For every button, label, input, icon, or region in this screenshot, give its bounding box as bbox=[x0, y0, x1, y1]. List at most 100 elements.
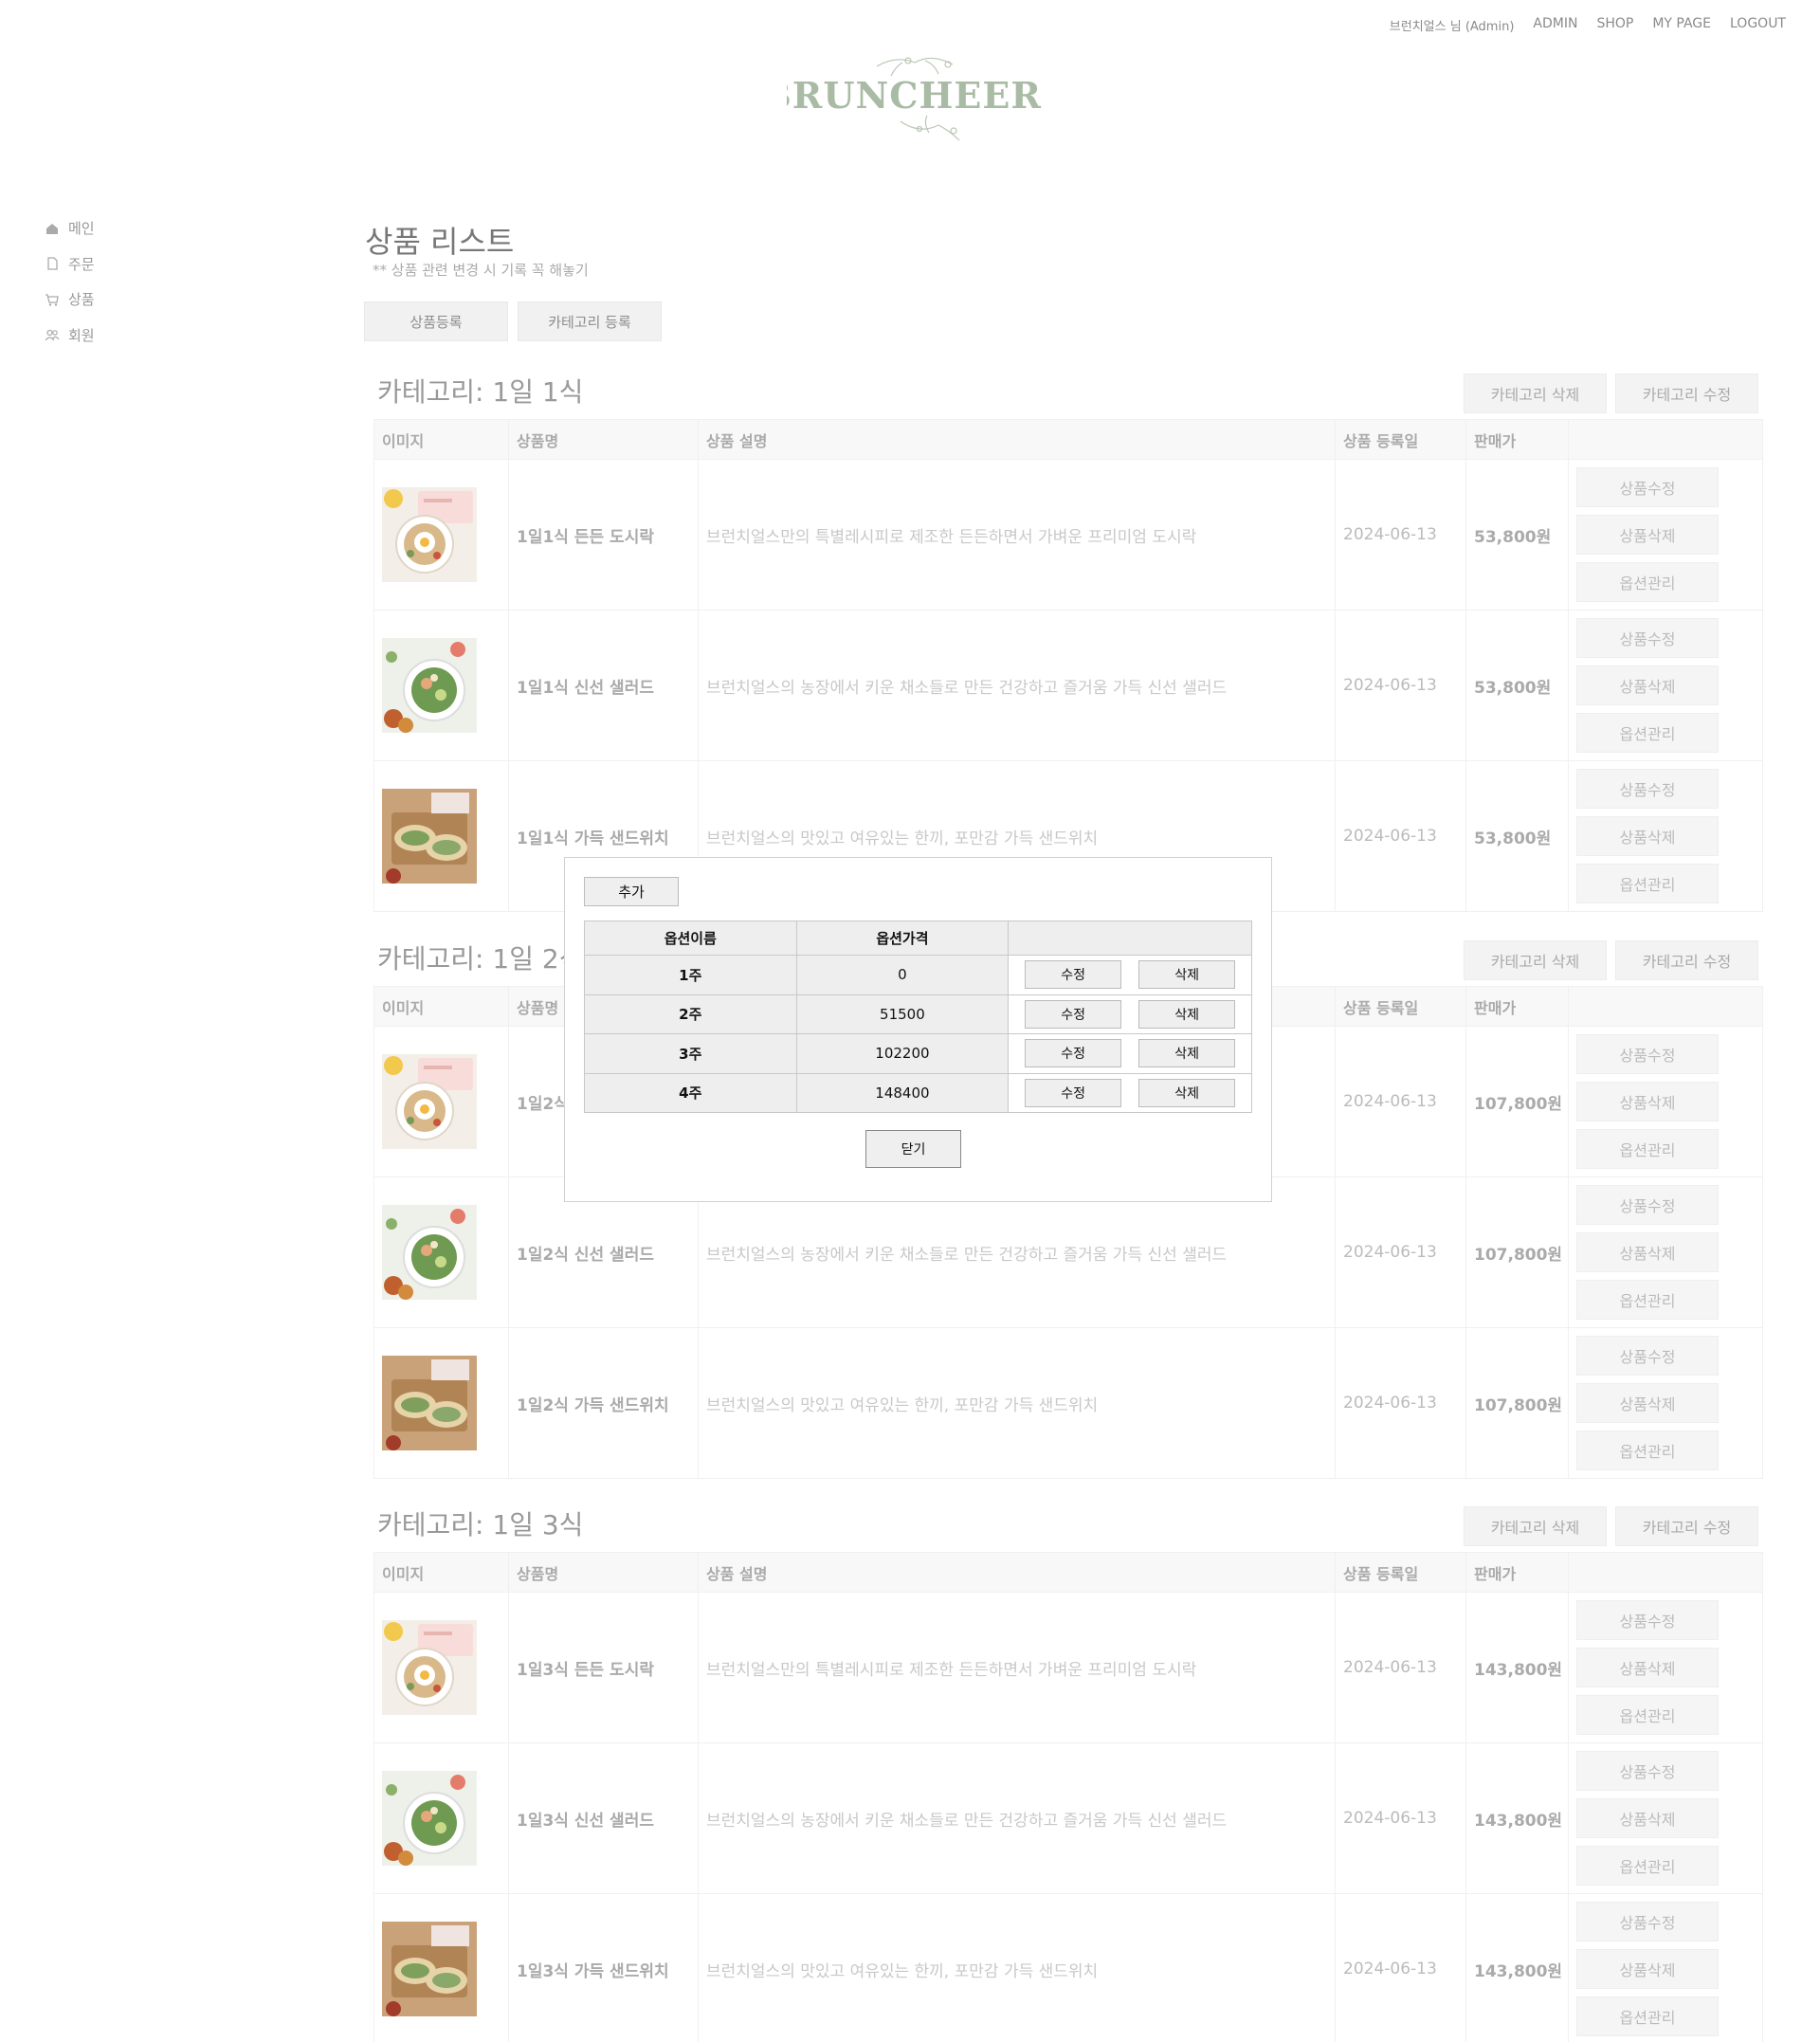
category-delete-button[interactable]: 카테고리 삭제 bbox=[1464, 940, 1607, 980]
product-name: 1일1식 신선 샐러드 bbox=[508, 610, 699, 761]
option-manage-button[interactable]: 옵션관리 bbox=[1576, 864, 1719, 903]
product-delete-button[interactable]: 상품삭제 bbox=[1576, 816, 1719, 856]
option-name: 3주 bbox=[584, 1033, 797, 1074]
product-delete-button[interactable]: 상품삭제 bbox=[1576, 665, 1719, 705]
product-image bbox=[382, 1771, 477, 1866]
category-section: 카테고리: 1일 1식 카테고리 삭제 카테고리 수정 이미지 상품명 상품 설명 상품 등… bbox=[373, 362, 1763, 912]
product-delete-button[interactable]: 상품삭제 bbox=[1576, 1383, 1719, 1423]
product-description: 브런치얼스만의 특별레시피로 제조한 든든하면서 가벼운 프리미엄 도시락 bbox=[698, 459, 1336, 611]
product-delete-button[interactable]: 상품삭제 bbox=[1576, 1798, 1719, 1838]
option-manage-button[interactable]: 옵션관리 bbox=[1576, 562, 1719, 602]
product-price: 143,800원 bbox=[1465, 1893, 1569, 2042]
image-cell bbox=[373, 760, 509, 912]
nav-admin-link[interactable]: ADMIN bbox=[1533, 16, 1577, 34]
product-edit-button[interactable]: 상품수정 bbox=[1576, 1034, 1719, 1074]
product-delete-button[interactable]: 상품삭제 bbox=[1576, 1949, 1719, 1989]
product-delete-button[interactable]: 상품삭제 bbox=[1576, 1648, 1719, 1687]
option-manage-button[interactable]: 옵션관리 bbox=[1576, 1129, 1719, 1169]
option-delete-button[interactable]: 삭제 bbox=[1138, 960, 1236, 990]
product-row: 1일1식 든든 도시락 브런치얼스만의 특별레시피로 제조한 든든하면서 가벼운 … bbox=[373, 459, 1763, 611]
option-manage-button[interactable]: 옵션관리 bbox=[1576, 1431, 1719, 1470]
product-price: 143,800원 bbox=[1465, 1592, 1569, 1743]
top-nav: 브런치얼스 님 (Admin) ADMIN SHOP MY PAGE LOGOU… bbox=[1390, 16, 1786, 34]
product-description: 브런치얼스의 맛있고 여유있는 한끼, 포만감 가득 샌드위치 bbox=[698, 1327, 1336, 1479]
document-icon bbox=[47, 257, 58, 270]
column-header bbox=[1568, 419, 1763, 460]
product-date: 2024-06-13 bbox=[1335, 1742, 1466, 1894]
close-modal-button[interactable]: 닫기 bbox=[865, 1130, 961, 1168]
product-image bbox=[382, 1054, 477, 1149]
category-section: 카테고리: 1일 3식 카테고리 삭제 카테고리 수정 이미지 상품명 상품 설명 상품 등… bbox=[373, 1495, 1763, 2042]
product-image bbox=[382, 789, 477, 884]
category-edit-button[interactable]: 카테고리 수정 bbox=[1615, 374, 1758, 413]
option-manage-button[interactable]: 옵션관리 bbox=[1576, 1846, 1719, 1886]
page-note: ** 상품 관련 변경 시 기록 꼭 해놓기 bbox=[373, 262, 589, 279]
sidebar-item-label: 회원 bbox=[68, 326, 95, 344]
option-manage-button[interactable]: 옵션관리 bbox=[1576, 1695, 1719, 1735]
category-edit-button[interactable]: 카테고리 수정 bbox=[1615, 940, 1758, 980]
product-date: 2024-06-13 bbox=[1335, 1026, 1466, 1177]
product-edit-button[interactable]: 상품수정 bbox=[1576, 769, 1719, 809]
image-cell bbox=[373, 459, 509, 611]
product-date: 2024-06-13 bbox=[1335, 1592, 1466, 1743]
product-table: 이미지 상품명 상품 설명 상품 등록일 판매가 1일1식 든든 도시락 브런치얼스만의 특… bbox=[373, 419, 1763, 912]
option-delete-button[interactable]: 삭제 bbox=[1138, 999, 1236, 1029]
option-manage-button[interactable]: 옵션관리 bbox=[1576, 1996, 1719, 2036]
sidebar-item-products[interactable]: 상품 bbox=[45, 282, 95, 318]
option-manage-button[interactable]: 옵션관리 bbox=[1576, 713, 1719, 753]
product-delete-button[interactable]: 상품삭제 bbox=[1576, 1082, 1719, 1121]
option-delete-button[interactable]: 삭제 bbox=[1138, 1039, 1236, 1068]
user-greeting: 브런치얼스 님 (Admin) bbox=[1389, 20, 1515, 34]
product-delete-button[interactable]: 상품삭제 bbox=[1576, 1232, 1719, 1272]
sidebar-item-main[interactable]: 메인 bbox=[45, 210, 95, 246]
actions-cell: 상품수정상품삭제옵션관리 bbox=[1568, 760, 1763, 912]
category-delete-button[interactable]: 카테고리 삭제 bbox=[1464, 1506, 1607, 1546]
option-table-header: 옵션이름 옵션가격 bbox=[584, 921, 1252, 956]
product-edit-button[interactable]: 상품수정 bbox=[1576, 1902, 1719, 1942]
cart-icon bbox=[46, 294, 59, 306]
sidebar: 메인 주문 상품 회원 bbox=[45, 210, 95, 353]
product-image bbox=[382, 487, 477, 582]
sidebar-item-label: 주문 bbox=[68, 255, 95, 273]
brand-logo[interactable]: BRUNCHEERS bbox=[761, 47, 1067, 142]
option-edit-button[interactable]: 수정 bbox=[1025, 999, 1122, 1029]
option-edit-button[interactable]: 수정 bbox=[1025, 1078, 1122, 1107]
option-edit-button[interactable]: 수정 bbox=[1025, 960, 1122, 990]
product-register-button[interactable]: 상품등록 bbox=[364, 301, 508, 341]
column-header: 판매가 bbox=[1465, 1552, 1569, 1593]
product-price: 143,800원 bbox=[1465, 1742, 1569, 1894]
actions-cell: 상품수정상품삭제옵션관리 bbox=[1568, 459, 1763, 611]
category-delete-button[interactable]: 카테고리 삭제 bbox=[1464, 374, 1607, 413]
option-delete-button[interactable]: 삭제 bbox=[1138, 1078, 1236, 1107]
product-edit-button[interactable]: 상품수정 bbox=[1576, 618, 1719, 658]
column-header: 옵션이름 bbox=[584, 921, 797, 956]
product-image bbox=[382, 1620, 477, 1715]
category-register-button[interactable]: 카테고리 등록 bbox=[518, 301, 662, 341]
product-delete-button[interactable]: 상품삭제 bbox=[1576, 515, 1719, 555]
column-header: 상품 설명 bbox=[698, 1552, 1336, 1593]
product-name: 1일3식 신선 샐러드 bbox=[508, 1742, 699, 1894]
product-edit-button[interactable]: 상품수정 bbox=[1576, 467, 1719, 507]
option-row: 1주 0 수정 삭제 bbox=[584, 955, 1252, 995]
option-manage-button[interactable]: 옵션관리 bbox=[1576, 1280, 1719, 1320]
product-row: 1일2식 가득 샌드위치 브런치얼스의 맛있고 여유있는 한끼, 포만감 가득 샌… bbox=[373, 1327, 1763, 1479]
sidebar-item-label: 상품 bbox=[68, 291, 95, 309]
option-edit-button[interactable]: 수정 bbox=[1025, 1039, 1122, 1068]
product-edit-button[interactable]: 상품수정 bbox=[1576, 1185, 1719, 1225]
nav-logout-link[interactable]: LOGOUT bbox=[1730, 16, 1786, 34]
product-edit-button[interactable]: 상품수정 bbox=[1576, 1600, 1719, 1640]
sidebar-item-members[interactable]: 회원 bbox=[45, 318, 95, 354]
option-actions: 수정 삭제 bbox=[1008, 1033, 1252, 1074]
nav-mypage-link[interactable]: MY PAGE bbox=[1652, 16, 1711, 34]
product-edit-button[interactable]: 상품수정 bbox=[1576, 1751, 1719, 1791]
product-edit-button[interactable]: 상품수정 bbox=[1576, 1336, 1719, 1376]
nav-shop-link[interactable]: SHOP bbox=[1596, 16, 1633, 34]
column-header: 상품명 bbox=[508, 419, 699, 460]
product-image bbox=[382, 1205, 477, 1300]
option-price: 102200 bbox=[795, 1033, 1010, 1074]
sidebar-item-orders[interactable]: 주문 bbox=[45, 246, 95, 283]
option-actions: 수정 삭제 bbox=[1008, 1072, 1252, 1113]
product-image bbox=[382, 1922, 477, 2016]
add-option-button[interactable]: 추가 bbox=[584, 877, 679, 906]
category-edit-button[interactable]: 카테고리 수정 bbox=[1615, 1506, 1758, 1546]
